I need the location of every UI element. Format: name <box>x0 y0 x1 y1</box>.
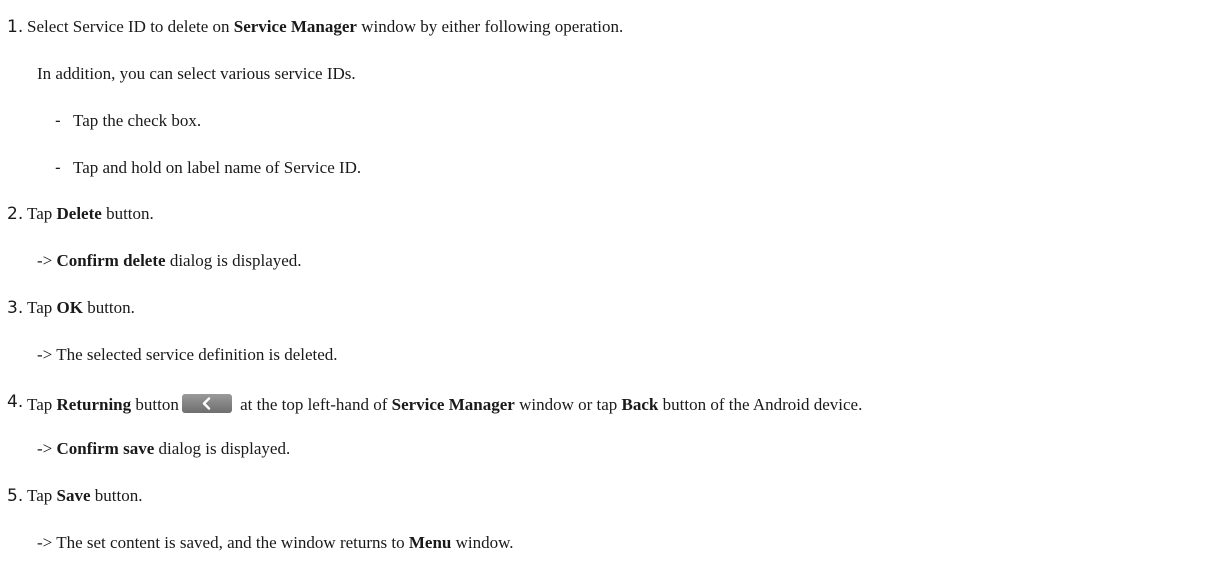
step-4-text: Tap Returning button at the top left-han… <box>27 391 862 416</box>
step-1-bullet-1: - Tap the check box. <box>55 110 201 132</box>
step-4-text-part: button <box>131 395 179 414</box>
step-4-number: 4. <box>7 392 24 412</box>
step-4-text-part: at the top left-hand of <box>235 395 392 414</box>
ok-term: OK <box>56 298 83 317</box>
step-3-result: -> The selected service definition is de… <box>37 344 338 366</box>
step-3-text-part: Tap <box>27 298 57 317</box>
step-4-result-text: dialog is displayed. <box>154 439 291 458</box>
bullet-text: Tap and hold on label name of Service ID… <box>73 158 362 177</box>
step-5-result-text: window. <box>451 533 514 552</box>
step-1-text-part: window by either following operation. <box>356 17 624 36</box>
step-3-number: 3. <box>7 298 24 318</box>
step-5-text-part: Tap <box>27 486 57 505</box>
bullet-text: Tap the check box. <box>73 111 202 130</box>
save-term: Save <box>56 486 91 505</box>
step-5-text: Tap Save button. <box>27 485 142 507</box>
step-4-text-part: window or tap <box>514 395 622 414</box>
back-term: Back <box>621 395 659 414</box>
step-2-number: 2. <box>7 204 24 224</box>
step-1-number: 1. <box>7 17 24 37</box>
arrow-prefix: -> <box>37 439 57 458</box>
step-1-text-part: Select Service ID to delete on <box>27 17 234 36</box>
step-1-bullet-2: - Tap and hold on label name of Service I… <box>55 157 361 179</box>
menu-term: Menu <box>408 533 452 552</box>
step-3-text: Tap OK button. <box>27 297 135 319</box>
step-5-number: 5. <box>7 486 24 506</box>
step-2-text: Tap Delete button. <box>27 203 154 225</box>
arrow-prefix: -> <box>37 533 57 552</box>
step-5-result-text: The set content is saved, and the window… <box>56 533 409 552</box>
delete-term: Delete <box>56 204 102 223</box>
step-4-text-part: Tap <box>27 395 57 414</box>
step-4-result: -> Confirm save dialog is displayed. <box>37 438 290 460</box>
dash-marker: - <box>55 158 61 177</box>
step-2-result-text: dialog is displayed. <box>165 251 302 270</box>
step-2-result: -> Confirm delete dialog is displayed. <box>37 250 302 272</box>
step-4-text-part: button of the Android device. <box>658 395 863 414</box>
step-5-text-part: button. <box>90 486 143 505</box>
step-1-text: Select Service ID to delete on Service M… <box>27 16 623 38</box>
step-5-result: -> The set content is saved, and the win… <box>37 532 514 554</box>
service-manager-term: Service Manager <box>233 17 357 36</box>
arrow-prefix: -> <box>37 251 57 270</box>
step-2-text-part: button. <box>101 204 154 223</box>
confirm-save-term: Confirm save <box>56 439 155 458</box>
confirm-delete-term: Confirm delete <box>56 251 166 270</box>
dash-marker: - <box>55 111 61 130</box>
back-arrow-icon <box>181 394 232 413</box>
step-3-text-part: button. <box>82 298 135 317</box>
step-2-text-part: Tap <box>27 204 57 223</box>
arrow-prefix: -> <box>37 345 57 364</box>
step-1-note: In addition, you can select various serv… <box>37 64 356 83</box>
step-3-result-text: The selected service definition is delet… <box>56 345 338 364</box>
returning-term: Returning <box>56 395 132 414</box>
service-manager-term: Service Manager <box>391 395 515 414</box>
